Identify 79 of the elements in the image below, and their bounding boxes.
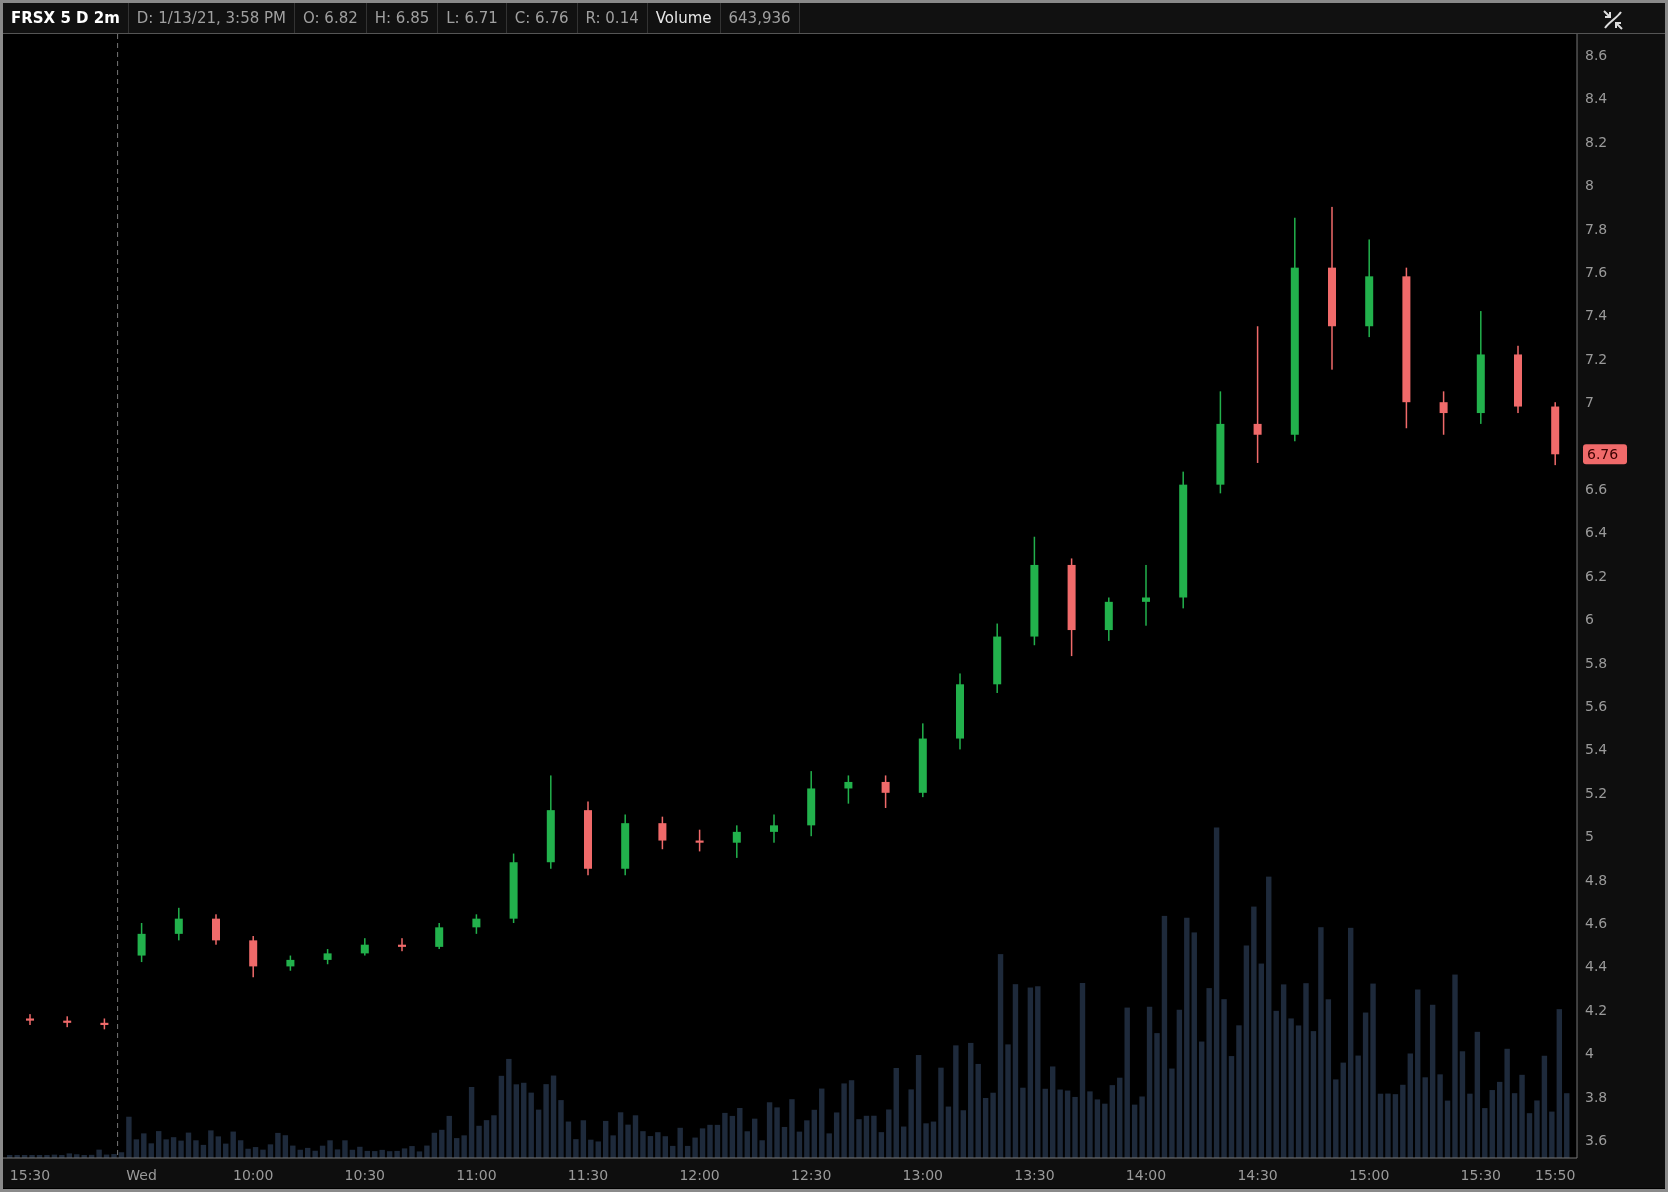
time-axis-label: 10:30 bbox=[344, 1167, 385, 1183]
time-axis-label: 12:30 bbox=[791, 1167, 832, 1183]
candlestick bbox=[807, 771, 816, 837]
price-axis-label: 7.6 bbox=[1585, 264, 1608, 280]
quote-field: H: 6.85 bbox=[366, 3, 439, 33]
price-axis-label: 6 bbox=[1585, 611, 1594, 628]
price-axis-label: 4.4 bbox=[1585, 958, 1608, 975]
volume-label: Volume bbox=[647, 3, 721, 33]
price-axis-label: 6.6 bbox=[1585, 481, 1608, 497]
price-axis-label: 8 bbox=[1585, 177, 1594, 194]
candlestick bbox=[286, 955, 295, 971]
candlestick bbox=[26, 1014, 34, 1025]
candlestick bbox=[472, 914, 481, 934]
candlestick bbox=[509, 853, 518, 923]
candlestick bbox=[1104, 597, 1113, 641]
price-axis-label: 5.8 bbox=[1585, 654, 1608, 671]
price-axis-label: 4.8 bbox=[1585, 871, 1608, 888]
time-axis-label: 15:50 bbox=[1535, 1167, 1576, 1183]
quote-field: R: 0.14 bbox=[577, 3, 648, 33]
candlestick bbox=[732, 825, 741, 858]
candlestick bbox=[695, 829, 704, 852]
candlestick bbox=[1514, 345, 1522, 414]
candlestick bbox=[435, 923, 444, 950]
candlestick bbox=[100, 1018, 109, 1030]
time-axis-label: 13:30 bbox=[1014, 1167, 1055, 1183]
price-axis-label: 7.8 bbox=[1585, 220, 1608, 237]
price-axis-label: 6.2 bbox=[1585, 567, 1608, 584]
price-axis-label: 4.6 bbox=[1585, 915, 1608, 931]
candlestick bbox=[1439, 391, 1448, 435]
candlestick bbox=[63, 1016, 72, 1028]
time-axis-label: 11:00 bbox=[456, 1167, 497, 1183]
price-axis-label: 5.6 bbox=[1585, 698, 1608, 714]
price-axis-label: 3.8 bbox=[1585, 1088, 1608, 1105]
time-axis-label: 15:30 bbox=[9, 1167, 51, 1183]
candlestick bbox=[323, 949, 332, 965]
candlestick bbox=[881, 775, 890, 808]
price-axis-label: 6.4 bbox=[1585, 524, 1608, 541]
price-axis-label: 3.6 bbox=[1585, 1132, 1608, 1148]
candlestick bbox=[174, 907, 183, 941]
candlestick bbox=[1142, 564, 1150, 626]
price-axis-label: 5 bbox=[1585, 828, 1594, 845]
time-axis-label: 11:30 bbox=[567, 1167, 609, 1183]
quote-field: D: 1/13/21, 3:58 PM bbox=[128, 3, 295, 33]
symbol-label[interactable]: FRSX 5 D 2m bbox=[3, 3, 129, 33]
time-axis-label: 15:00 bbox=[1349, 1167, 1390, 1183]
time-axis-label: 12:00 bbox=[679, 1167, 720, 1183]
price-axis-label: 5.4 bbox=[1585, 741, 1608, 758]
candlestick bbox=[993, 623, 1002, 693]
candlestick bbox=[621, 814, 630, 876]
quote-field: C: 6.76 bbox=[506, 3, 578, 33]
time-axis-label: 10:00 bbox=[233, 1167, 274, 1183]
candlestick bbox=[212, 914, 220, 945]
price-axis-label: 7.2 bbox=[1585, 350, 1608, 367]
time-axis-label: 14:30 bbox=[1237, 1167, 1278, 1183]
candlestick bbox=[398, 938, 406, 952]
price-axis-label: 5.2 bbox=[1585, 784, 1608, 801]
quote-field: O: 6.82 bbox=[295, 3, 367, 33]
price-axis-label: 8.2 bbox=[1585, 133, 1608, 150]
time-axis-label: Wed bbox=[126, 1167, 157, 1183]
candlestick bbox=[249, 936, 258, 978]
price-axis-label: 8.6 bbox=[1585, 47, 1608, 63]
candlestick bbox=[137, 923, 146, 963]
time-axis-label: 14:00 bbox=[1125, 1167, 1167, 1183]
price-axis-label: 7.4 bbox=[1585, 307, 1608, 324]
price-axis-label: 7 bbox=[1585, 394, 1594, 411]
candlestick bbox=[844, 775, 853, 804]
quote-field: 643,936 bbox=[720, 3, 800, 33]
time-axis-label: 15:30 bbox=[1460, 1167, 1501, 1183]
last-price-tag: 6.76 bbox=[1583, 444, 1627, 465]
price-axis-label: 4 bbox=[1585, 1045, 1594, 1062]
time-axis-label: 13:00 bbox=[902, 1167, 943, 1183]
quote-field: L: 6.71 bbox=[438, 3, 507, 33]
candlestick bbox=[360, 938, 369, 956]
candlestick bbox=[658, 816, 667, 850]
candlestick bbox=[1551, 402, 1560, 466]
autoscale-icon[interactable] bbox=[1601, 8, 1625, 32]
price-axis-label: 4.2 bbox=[1585, 1001, 1608, 1018]
price-axis-label: 8.4 bbox=[1585, 90, 1608, 107]
candlestick bbox=[770, 814, 778, 843]
